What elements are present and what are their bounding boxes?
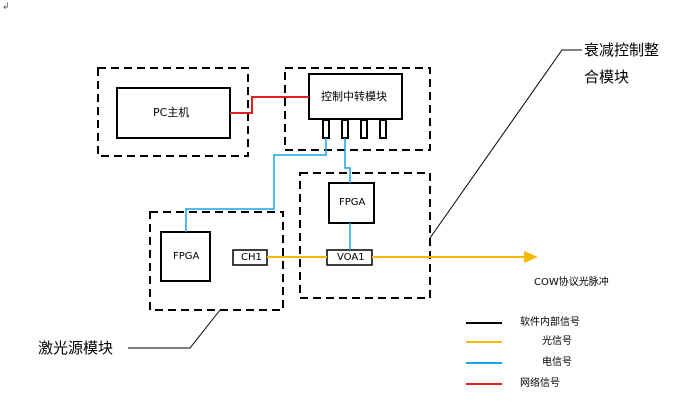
- diagram-canvas: ↲ PC主机 控制中转模块 FPGA FPGA CH1 VOA1 衰减控制整 合…: [0, 0, 687, 408]
- ch1-label: CH1: [241, 252, 262, 263]
- electrical-signal-relay-to-laser-fpga: [185, 138, 327, 232]
- laser-callout-leader: [128, 309, 221, 349]
- optical-output-arrowhead: [524, 251, 538, 263]
- relay-port-1: [322, 119, 330, 139]
- fpga-attn-label: FPGA: [339, 197, 366, 208]
- network-signal-line: [230, 96, 309, 114]
- attenuation-callout-line2: 合模块: [584, 68, 630, 86]
- optical-output-label: COW协议光脉冲: [534, 277, 609, 288]
- relay-label: 控制中转模块: [321, 90, 387, 103]
- voa1-label: VOA1: [337, 252, 365, 263]
- legend-label-software: 软件内部信号: [520, 317, 580, 328]
- fpga-laser-label: FPGA: [173, 251, 200, 262]
- relay-port-3: [360, 119, 368, 139]
- legend-label-electrical: 电信号: [542, 357, 572, 368]
- relay-port-4: [379, 119, 387, 139]
- attenuation-callout-line1: 衰减控制整: [584, 41, 660, 59]
- pc-host-label: PC主机: [153, 106, 190, 119]
- relay-port-2: [341, 119, 349, 139]
- legend-label-optical: 光信号: [542, 336, 572, 347]
- legend-label-network: 网络信号: [520, 378, 560, 389]
- attenuation-callout-leader: [429, 49, 582, 239]
- electrical-signal-relay-to-attn-fpga: [344, 138, 351, 183]
- laser-callout: 激光源模块: [38, 339, 114, 357]
